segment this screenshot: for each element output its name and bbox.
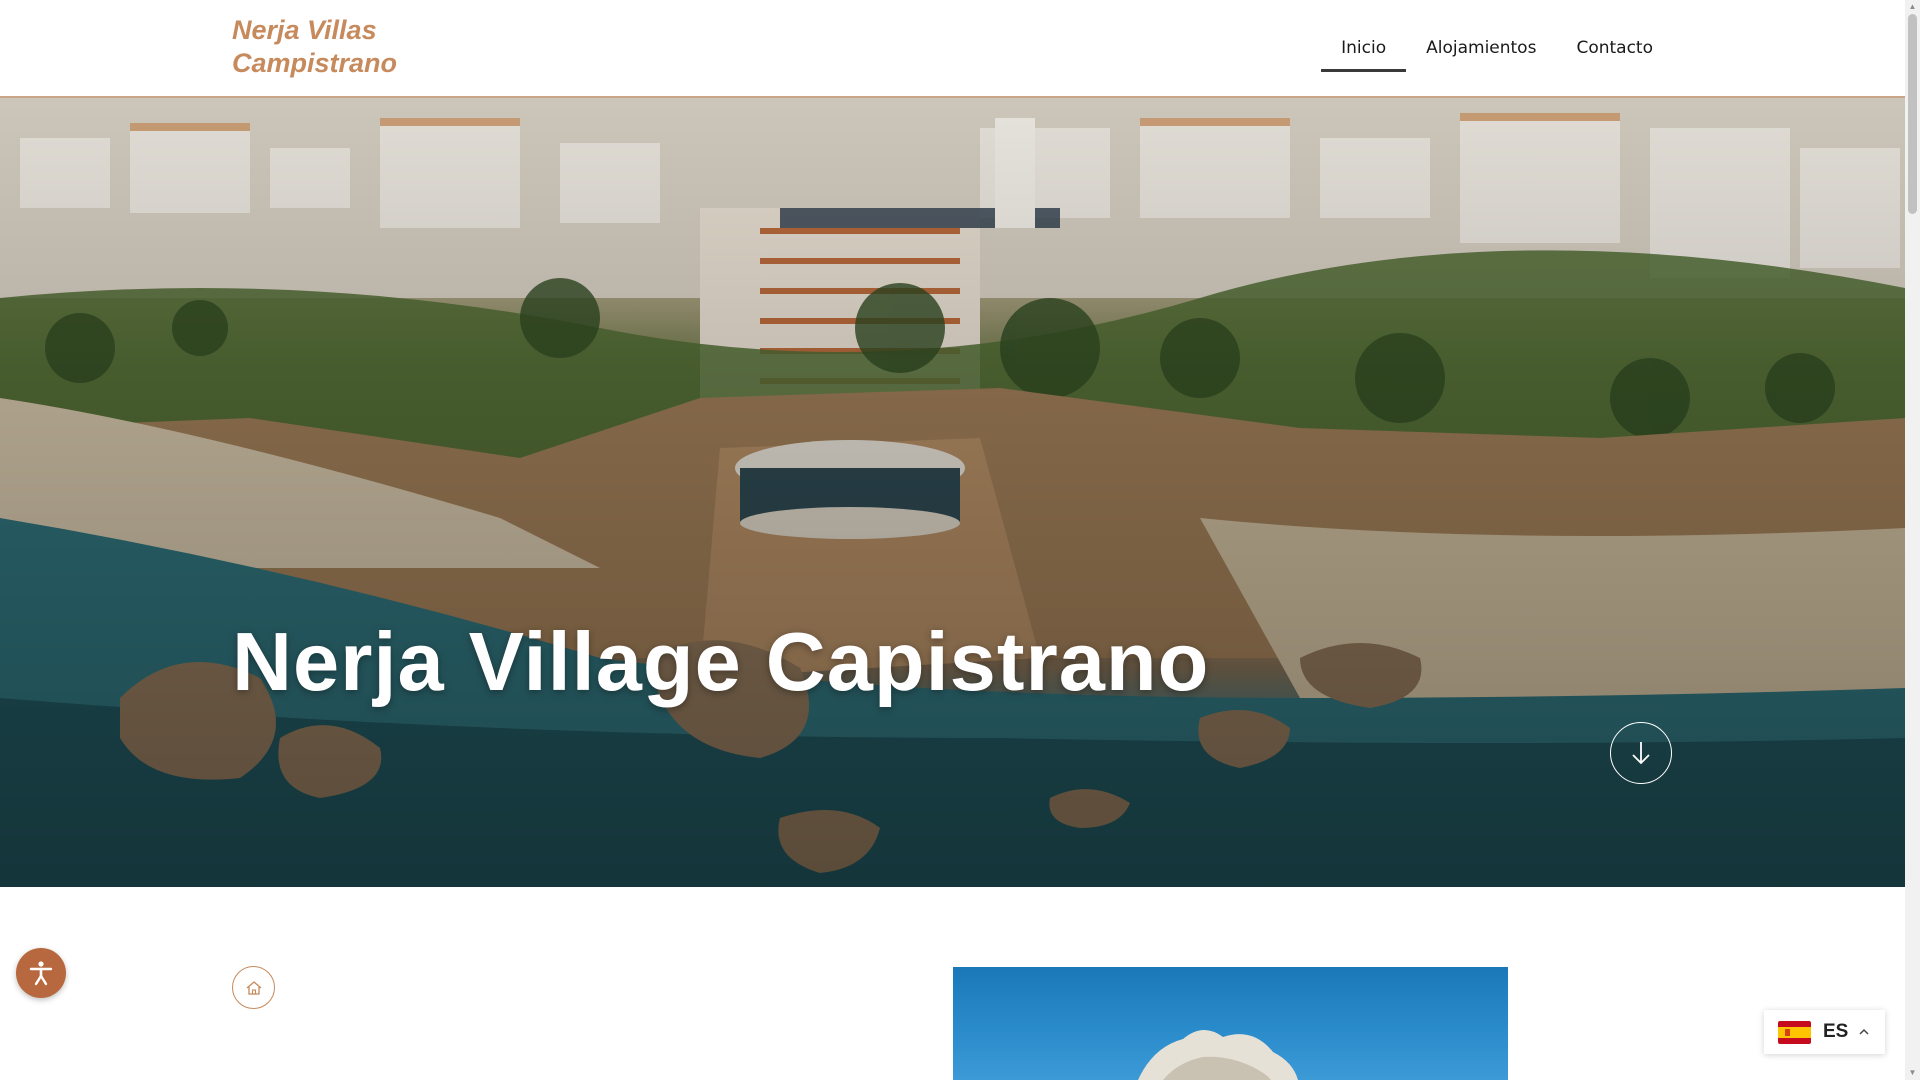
language-code: ES [1823, 1021, 1849, 1042]
page: Nerja Villas Campistrano Inicio Alojamie… [0, 0, 1905, 1080]
accessibility-button[interactable] [16, 948, 66, 998]
coastal-rock-image [1138, 1029, 1298, 1080]
hero-banner: Nerja Village Capistrano [0, 98, 1905, 887]
nav-item-contacto[interactable]: Contacto [1556, 22, 1673, 72]
arrow-down-icon [1632, 742, 1650, 765]
page-scrollbar[interactable]: ▲ ▼ [1905, 0, 1920, 1080]
scroll-up-arrow[interactable]: ▲ [1908, 2, 1917, 11]
hero-title: Nerja Village Capistrano [232, 615, 1210, 708]
site-logo[interactable]: Nerja Villas Campistrano [232, 14, 452, 80]
scroll-down-button[interactable] [1610, 722, 1672, 784]
logo-line-1: Nerja Villas [232, 15, 377, 45]
featured-photo [953, 967, 1508, 1080]
scrollbar-thumb[interactable] [1908, 14, 1917, 214]
spain-flag-icon [1778, 1020, 1811, 1044]
site-header: Nerja Villas Campistrano Inicio Alojamie… [0, 0, 1905, 98]
home-icon [246, 980, 261, 995]
home-button[interactable] [232, 966, 275, 1009]
chevron-up-icon [1858, 1023, 1870, 1041]
nav-item-alojamientos[interactable]: Alojamientos [1406, 22, 1556, 72]
nav-item-inicio[interactable]: Inicio [1321, 22, 1407, 72]
scroll-down-arrow[interactable]: ▼ [1908, 1068, 1917, 1077]
accessibility-icon [29, 961, 53, 986]
main-nav: Inicio Alojamientos Contacto [1321, 22, 1673, 72]
logo-line-2: Campistrano [232, 48, 398, 78]
language-switcher[interactable]: ES [1764, 1010, 1885, 1054]
